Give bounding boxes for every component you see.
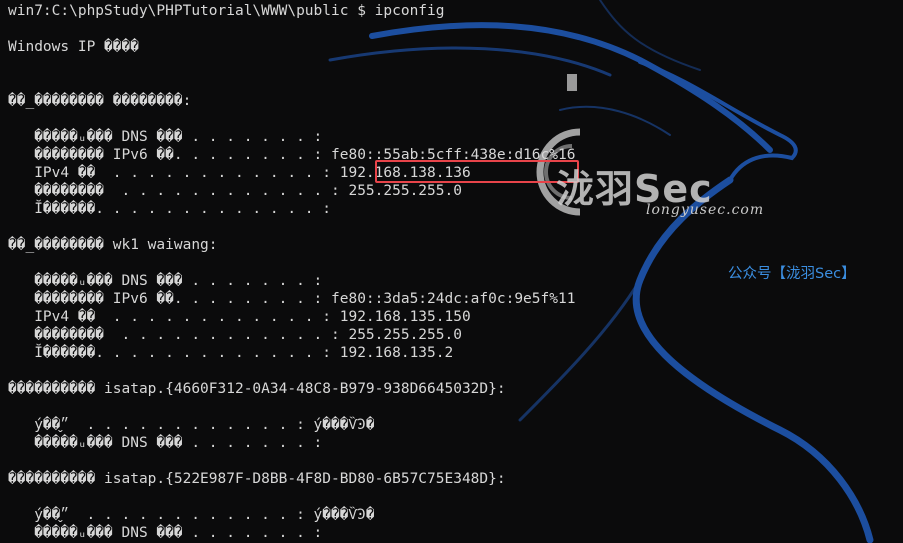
text-cursor xyxy=(567,74,577,91)
output-line: IPv4 �� . . . . . . . . . . . . : 192.16… xyxy=(8,309,471,325)
output-line: Ĭ������. . . . . . . . . . . . . : 192.1… xyxy=(8,345,454,361)
ip-highlight-box xyxy=(375,160,579,183)
watermark-url: longyusec.com xyxy=(646,202,765,218)
output-line: �����ᵤ��� DNS ��� . . . . . . . : xyxy=(8,129,323,145)
output-line: �����ᵤ��� DNS ��� . . . . . . . : xyxy=(8,525,323,541)
output-line: �����ᵤ��� DNS ��� . . . . . . . : xyxy=(8,435,323,451)
output-line: ý��״̬ . . . . . . . . . . . . : ý���ѶϿ� xyxy=(8,507,375,523)
output-line: �����ᵤ��� DNS ��� . . . . . . . : xyxy=(8,273,323,289)
watermark-wechat: 公众号【泷羽Sec】 xyxy=(728,266,856,282)
output-line: �������� . . . . . . . . . . . . : 255.2… xyxy=(8,183,462,199)
output-line: ý��״̬ . . . . . . . . . . . . : ý���ѶϿ� xyxy=(8,417,375,433)
adapter-header: ���������� isatap.{4660F312-0A34-48C8-B9… xyxy=(8,381,506,397)
adapter-header: ���������� isatap.{522E987F-D8BB-4F8D-BD… xyxy=(8,471,506,487)
output-line: �������� . . . . . . . . . . . . : 255.2… xyxy=(8,327,462,343)
adapter-header: ��_�������� wk1 waiwang: xyxy=(8,237,218,253)
command-prompt: win7:C:\phpStudy\PHPTutorial\WWW\public … xyxy=(8,3,445,19)
output-line: Windows IP ���� xyxy=(8,39,139,55)
output-line: Ĭ������. . . . . . . . . . . . . : xyxy=(8,201,332,217)
adapter-header: ��_�������� ��������: xyxy=(8,93,192,109)
output-line: �������� IPv6 ��. . . . . . . . : fe80::… xyxy=(8,291,576,307)
